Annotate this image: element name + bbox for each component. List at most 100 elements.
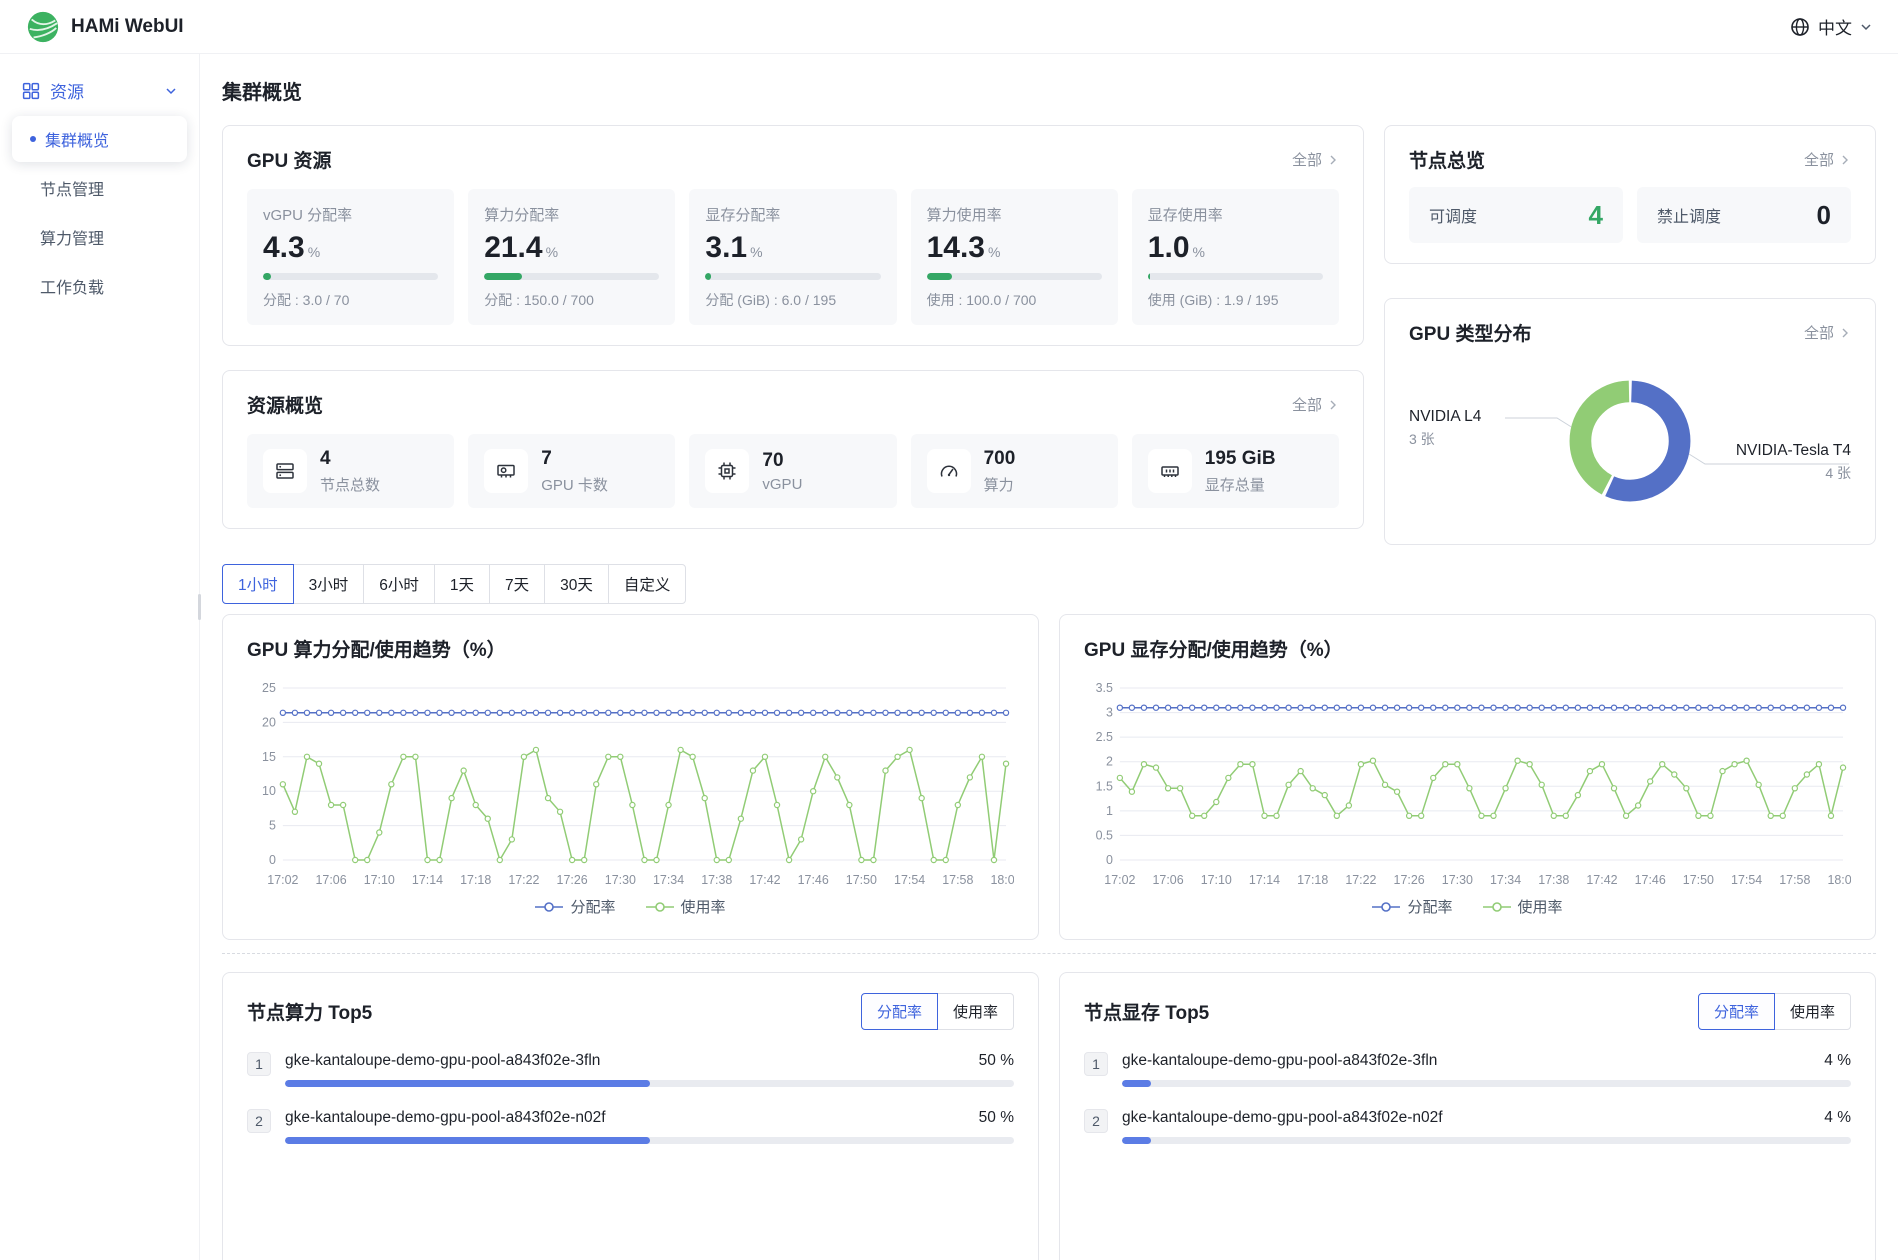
compute-trend-card: GPU 算力分配/使用趋势（%） 051015202517:0217:0617:…: [222, 614, 1039, 940]
node-value: 50 %: [979, 1052, 1014, 1070]
legend-label: 使用率: [1518, 896, 1563, 917]
node-overview-all-link[interactable]: 全部: [1804, 149, 1851, 170]
node-value: 4 %: [1824, 1109, 1851, 1127]
toggle-usage-rate[interactable]: 使用率: [937, 993, 1014, 1030]
stat-value-unit: %: [750, 244, 762, 260]
gpu-resources-card: GPU 资源 全部 vGPU 分配率 4.3% 分配 : 3.0 / 70: [222, 125, 1364, 346]
stat-memory-usage: 显存使用率 1.0% 使用 (GiB) : 1.9 / 195: [1132, 189, 1339, 325]
resource-stat-label: 算力: [984, 474, 1016, 495]
svg-text:3: 3: [1106, 706, 1113, 720]
toggle-usage-rate[interactable]: 使用率: [1774, 993, 1851, 1030]
svg-text:17:34: 17:34: [653, 873, 684, 887]
progress-track: [285, 1137, 1014, 1144]
legend-marker-icon: [535, 901, 563, 913]
resource-overview-card: 资源概览 全部: [222, 370, 1364, 529]
legend-marker-icon: [646, 901, 674, 913]
svg-text:17:54: 17:54: [894, 873, 925, 887]
top5-row: 2 gke-kantaloupe-demo-gpu-pool-a843f02e-…: [1084, 1109, 1851, 1144]
chevron-right-icon: [1839, 327, 1851, 339]
rank-badge: 2: [1084, 1109, 1108, 1133]
node-name: gke-kantaloupe-demo-gpu-pool-a843f02e-n0…: [1122, 1109, 1443, 1127]
sidebar-item-node-management[interactable]: 节点管理: [12, 165, 187, 211]
legend-item[interactable]: 使用率: [646, 896, 726, 917]
svg-text:0: 0: [269, 853, 276, 867]
sidebar-item-cluster-overview[interactable]: 集群概览: [12, 116, 187, 162]
card-title: 节点显存 Top5: [1084, 998, 1209, 1025]
tab-6h[interactable]: 6小时: [363, 564, 435, 604]
node-count-icon: [263, 449, 307, 493]
language-selector[interactable]: 中文: [1790, 14, 1872, 39]
tab-7d[interactable]: 7天: [489, 564, 545, 604]
progress-fill: [484, 273, 521, 280]
pie-label-count: 4 张: [1736, 464, 1851, 482]
svg-text:17:26: 17:26: [1394, 873, 1425, 887]
svg-text:17:22: 17:22: [1345, 873, 1376, 887]
toggle-alloc-rate[interactable]: 分配率: [1698, 993, 1775, 1030]
section-divider: [222, 953, 1876, 954]
svg-text:15: 15: [262, 750, 276, 764]
stat-vgpu-alloc: vGPU 分配率 4.3% 分配 : 3.0 / 70: [247, 189, 454, 325]
rank-badge: 1: [247, 1052, 271, 1076]
pie-label-name: NVIDIA L4: [1409, 408, 1481, 426]
sidebar-item-workloads[interactable]: 工作负载: [12, 263, 187, 309]
resources-icon: [22, 82, 40, 100]
card-title: 节点算力 Top5: [247, 998, 372, 1025]
tab-30d[interactable]: 30天: [544, 564, 609, 604]
resource-stat-label: GPU 卡数: [541, 474, 608, 495]
resource-overview-all-link[interactable]: 全部: [1292, 394, 1339, 415]
chart-legend: 分配率 使用率: [1084, 896, 1851, 917]
svg-text:17:42: 17:42: [749, 873, 780, 887]
sidebar: 资源 集群概览 节点管理 算力管理 工作负载: [0, 54, 200, 1260]
gpu-resources-all-link[interactable]: 全部: [1292, 149, 1339, 170]
legend-item[interactable]: 分配率: [535, 896, 615, 917]
svg-text:5: 5: [269, 819, 276, 833]
unschedulable-tile: 禁止调度 0: [1637, 187, 1851, 243]
sidebar-group-resources[interactable]: 资源: [10, 68, 189, 113]
top5-row: 2 gke-kantaloupe-demo-gpu-pool-a843f02e-…: [247, 1109, 1014, 1144]
card-title: GPU 类型分布: [1409, 319, 1531, 346]
sidebar-resize-handle[interactable]: [198, 594, 201, 620]
legend-item[interactable]: 分配率: [1372, 896, 1452, 917]
svg-text:17:38: 17:38: [1538, 873, 1569, 887]
svg-text:17:30: 17:30: [605, 873, 636, 887]
gpu-type-all-link[interactable]: 全部: [1804, 322, 1851, 343]
legend-item[interactable]: 使用率: [1483, 896, 1563, 917]
svg-text:17:22: 17:22: [508, 873, 539, 887]
progress-track: [285, 1080, 1014, 1087]
globe-icon: [1790, 17, 1810, 37]
toggle-alloc-rate[interactable]: 分配率: [861, 993, 938, 1030]
pie-label-t4: NVIDIA-Tesla T4 4 张: [1736, 442, 1851, 482]
sidebar-item-compute-management[interactable]: 算力管理: [12, 214, 187, 260]
svg-text:17:14: 17:14: [1249, 873, 1280, 887]
sidebar-item-label: 算力管理: [40, 225, 104, 249]
gpu-type-donut-chart: NVIDIA L4 3 张 NVIDIA-Tesla T4 4 张: [1409, 356, 1851, 526]
svg-text:17:50: 17:50: [1683, 873, 1714, 887]
rank-badge: 2: [247, 1109, 271, 1133]
stat-memory-alloc: 显存分配率 3.1% 分配 (GiB) : 6.0 / 195: [689, 189, 896, 325]
rank-badge: 1: [1084, 1052, 1108, 1076]
sidebar-group-label: 资源: [50, 78, 84, 103]
metric-toggle: 分配率 使用率: [861, 993, 1014, 1030]
node-overview-card: 节点总览 全部 可调度 4 禁止调度 0: [1384, 125, 1876, 264]
svg-text:17:46: 17:46: [798, 873, 829, 887]
svg-text:17:46: 17:46: [1635, 873, 1666, 887]
stat-value-number: 14.3: [927, 231, 985, 264]
tab-1d[interactable]: 1天: [434, 564, 490, 604]
progress-track: [1148, 273, 1323, 280]
tab-custom[interactable]: 自定义: [608, 564, 687, 604]
svg-text:10: 10: [262, 784, 276, 798]
svg-text:18:02: 18:02: [990, 873, 1014, 887]
stat-value-number: 3.1: [705, 231, 747, 264]
tab-1h[interactable]: 1小时: [222, 564, 294, 604]
stat-footer: 分配 : 3.0 / 70: [263, 290, 438, 310]
resource-stat-value: 195 GiB: [1205, 448, 1276, 470]
svg-text:2.5: 2.5: [1096, 730, 1113, 744]
stat-label: vGPU 分配率: [263, 204, 438, 225]
progress-fill: [285, 1137, 650, 1144]
all-link-label: 全部: [1804, 322, 1834, 343]
tab-3h[interactable]: 3小时: [293, 564, 365, 604]
chevron-down-icon: [1860, 21, 1872, 33]
pie-label-count: 3 张: [1409, 430, 1481, 448]
svg-text:2: 2: [1106, 755, 1113, 769]
card-title: 节点总览: [1409, 146, 1485, 173]
